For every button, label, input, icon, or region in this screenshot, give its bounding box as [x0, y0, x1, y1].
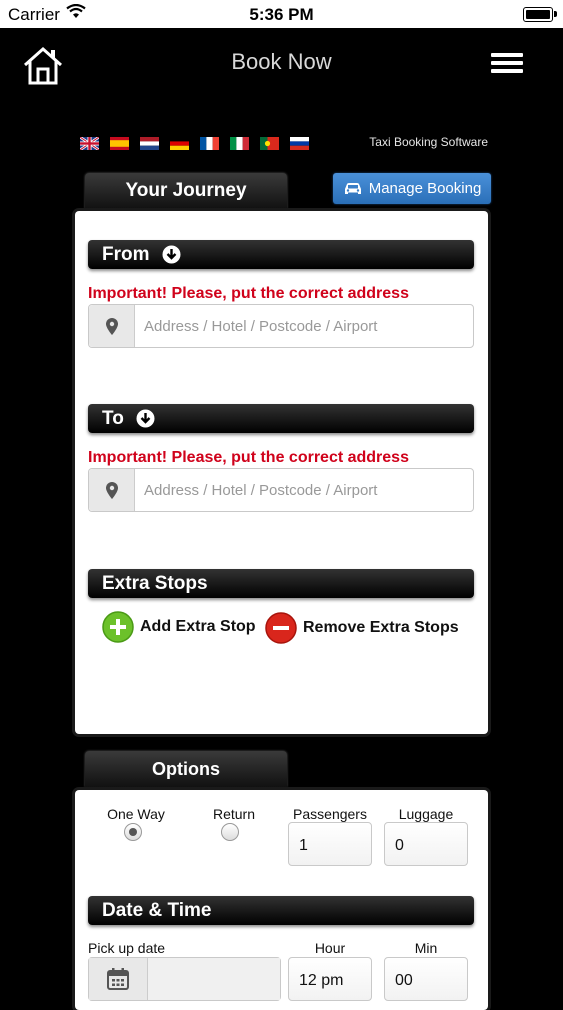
from-warning: Important! Please, put the correct addre…: [88, 285, 409, 302]
from-address-input[interactable]: [135, 305, 473, 347]
return-label: Return: [212, 806, 256, 822]
russian-flag-icon[interactable]: [290, 137, 309, 150]
nav-bar: Book Now: [0, 28, 563, 108]
minus-circle-icon: [265, 612, 297, 644]
page-title: Book Now: [231, 49, 332, 74]
one-way-label: One Way: [107, 806, 165, 822]
min-select[interactable]: 00: [384, 957, 468, 1001]
arrow-down-circle-icon: [162, 245, 180, 264]
calendar-icon: [89, 958, 148, 1000]
to-address-field[interactable]: [88, 468, 474, 512]
pickup-date-field[interactable]: [88, 957, 281, 1001]
spanish-flag-icon[interactable]: [110, 137, 129, 150]
to-warning: Important! Please, put the correct addre…: [88, 449, 409, 466]
to-address-input[interactable]: [135, 469, 473, 511]
luggage-input[interactable]: 0: [384, 822, 468, 866]
from-label: From: [102, 243, 150, 265]
location-pin-icon: [89, 305, 135, 347]
return-radio[interactable]: [221, 823, 239, 841]
from-address-field[interactable]: [88, 304, 474, 348]
to-label: To: [102, 407, 124, 429]
german-flag-icon[interactable]: [170, 137, 189, 150]
min-label: Min: [414, 940, 438, 956]
add-extra-stop-label: Add Extra Stop: [140, 618, 256, 635]
luggage-label: Luggage: [398, 806, 454, 822]
plus-circle-icon: [102, 611, 134, 643]
from-header: From: [88, 240, 474, 269]
language-selector: [80, 137, 309, 150]
add-extra-stop-button[interactable]: Add Extra Stop: [102, 611, 256, 643]
extra-stops-header: Extra Stops: [88, 569, 474, 598]
manage-booking-label: Manage Booking: [368, 180, 482, 197]
to-header: To: [88, 404, 474, 433]
italian-flag-icon[interactable]: [230, 137, 249, 150]
french-flag-icon[interactable]: [200, 137, 219, 150]
pickup-date-label: Pick up date: [88, 940, 166, 956]
remove-extra-stops-label: Remove Extra Stops: [303, 619, 459, 636]
pickup-date-value: [148, 958, 280, 1000]
one-way-radio[interactable]: [124, 823, 142, 841]
hour-select[interactable]: 12 pm: [288, 957, 372, 1001]
clock: 5:36 PM: [249, 5, 314, 24]
hamburger-menu-icon[interactable]: [491, 53, 523, 77]
journey-tab: Your Journey: [85, 173, 287, 209]
battery-icon: [523, 7, 557, 22]
car-icon: [344, 182, 361, 194]
arrow-down-circle-icon: [136, 409, 155, 428]
date-time-label: Date & Time: [102, 899, 212, 921]
location-pin-icon: [89, 469, 135, 511]
portuguese-flag-icon[interactable]: [260, 137, 279, 150]
hour-label: Hour: [314, 940, 346, 956]
dutch-flag-icon[interactable]: [140, 137, 159, 150]
options-tab: Options: [85, 751, 287, 787]
english-flag-icon[interactable]: [80, 137, 99, 150]
date-time-header: Date & Time: [88, 896, 474, 925]
passengers-input[interactable]: 1: [288, 822, 372, 866]
extra-stops-label: Extra Stops: [102, 572, 208, 594]
manage-booking-button[interactable]: Manage Booking: [333, 173, 491, 204]
brand-label: Taxi Booking Software: [369, 135, 488, 149]
remove-extra-stops-button[interactable]: Remove Extra Stops: [265, 612, 459, 644]
status-bar: Carrier 5:36 PM: [0, 0, 563, 28]
passengers-label: Passengers: [293, 806, 367, 822]
